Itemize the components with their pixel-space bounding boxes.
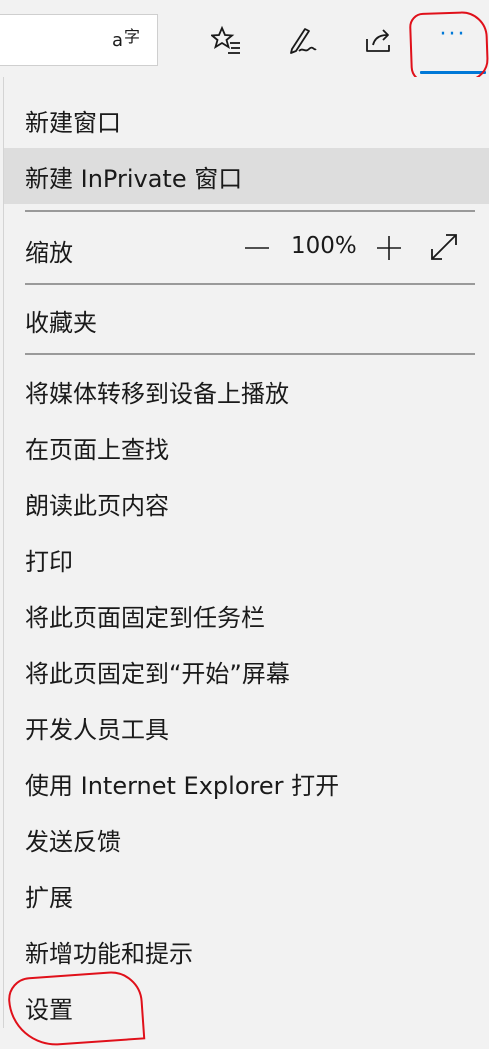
menu-divider	[25, 283, 475, 285]
menu-item-whats-new[interactable]: 新增功能和提示	[4, 923, 474, 979]
menu-divider	[25, 210, 475, 212]
menu-item-label: 开发人员工具	[25, 715, 169, 744]
menu-item-label: 打印	[25, 547, 73, 576]
menu-item-label: 新建 InPrivate 窗口	[25, 164, 243, 193]
menu-item-label: 设置	[25, 995, 73, 1024]
menu-item-label: 扩展	[25, 883, 73, 912]
menu-item-read-aloud[interactable]: 朗读此页内容	[4, 475, 474, 531]
menu-item-label: 发送反馈	[25, 827, 121, 856]
menu-item-developer-tools[interactable]: 开发人员工具	[4, 699, 474, 755]
browser-toolbar: a 字 ···	[0, 0, 489, 84]
menu-item-cast-media[interactable]: 将媒体转移到设备上播放	[4, 363, 474, 419]
menu-item-new-window[interactable]: 新建窗口	[4, 92, 474, 148]
menu-item-find-on-page[interactable]: 在页面上查找	[4, 419, 474, 475]
menu-item-open-with-ie[interactable]: 使用 Internet Explorer 打开	[4, 755, 474, 811]
menu-item-settings[interactable]: 设置	[4, 979, 474, 1035]
favorites-star-icon[interactable]	[208, 22, 244, 58]
menu-item-label: 新增功能和提示	[25, 939, 193, 968]
settings-menu: 新建窗口 新建 InPrivate 窗口 缩放 100% 收藏夹 将媒体转移到设…	[3, 77, 489, 1028]
menu-item-label: 收藏夹	[25, 308, 97, 337]
pen-icon[interactable]	[284, 22, 320, 58]
menu-item-favorites[interactable]: 收藏夹	[4, 292, 474, 348]
menu-item-send-feedback[interactable]: 发送反馈	[4, 811, 474, 867]
zoom-row: 缩放 100%	[4, 219, 489, 279]
menu-item-label: 在页面上查找	[25, 435, 169, 464]
menu-item-pin-to-taskbar[interactable]: 将此页面固定到任务栏	[4, 587, 474, 643]
zoom-in-button[interactable]	[374, 233, 404, 263]
zoom-out-button[interactable]	[242, 233, 272, 263]
menu-divider	[25, 353, 475, 355]
menu-item-label: 将媒体转移到设备上播放	[25, 379, 289, 408]
menu-item-new-inprivate[interactable]: 新建 InPrivate 窗口	[4, 148, 489, 204]
menu-item-label: 新建窗口	[25, 108, 121, 137]
menu-item-extensions[interactable]: 扩展	[4, 867, 474, 923]
menu-item-label: 将此页面固定到任务栏	[25, 603, 265, 632]
svg-text:a: a	[112, 30, 123, 51]
more-actions-button[interactable]: ···	[418, 12, 488, 78]
menu-item-label: 朗读此页内容	[25, 491, 169, 520]
svg-text:字: 字	[124, 27, 140, 46]
zoom-label: 缩放	[25, 239, 73, 267]
fullscreen-icon[interactable]	[428, 231, 460, 263]
share-icon[interactable]	[360, 22, 396, 58]
active-indicator	[420, 71, 486, 74]
translate-icon[interactable]: a 字	[109, 21, 145, 57]
menu-item-label: 使用 Internet Explorer 打开	[25, 771, 340, 800]
zoom-value: 100%	[291, 233, 357, 259]
menu-item-label: 将此页固定到“开始”屏幕	[25, 659, 290, 688]
address-bar[interactable]: a 字	[0, 14, 158, 66]
more-dots-icon: ···	[439, 22, 467, 47]
menu-item-pin-to-start[interactable]: 将此页固定到“开始”屏幕	[4, 643, 474, 699]
menu-item-print[interactable]: 打印	[4, 531, 474, 587]
